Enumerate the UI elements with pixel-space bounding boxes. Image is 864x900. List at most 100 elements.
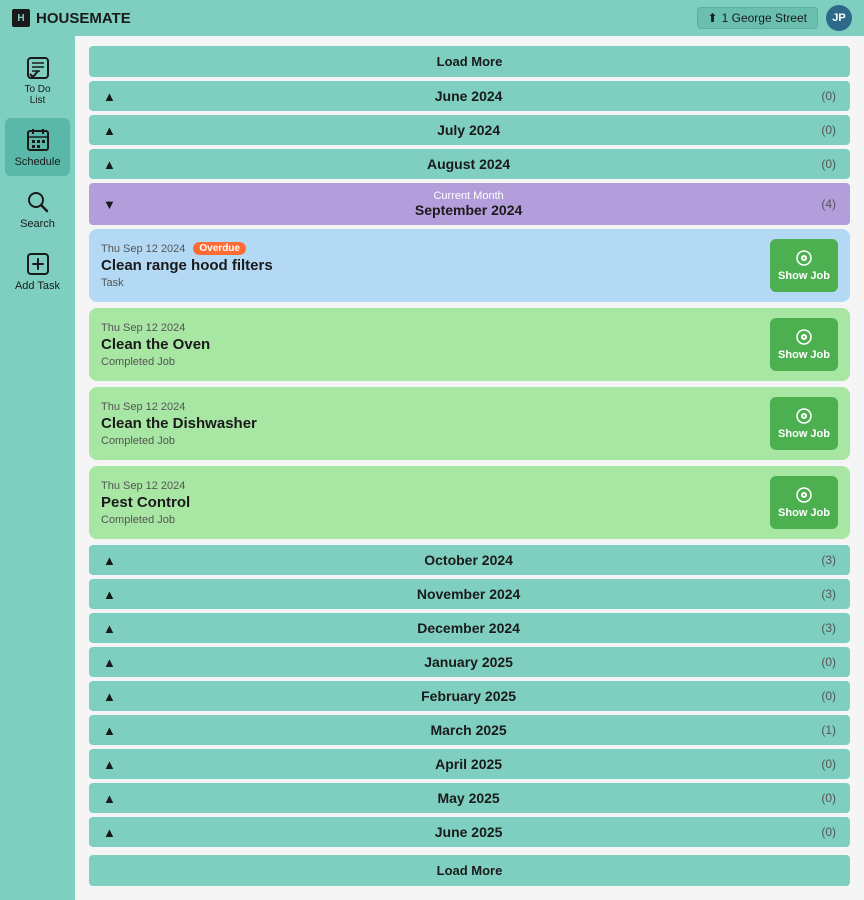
month-label-aug-2024: August 2024 [126, 156, 811, 172]
todo-icon [24, 54, 52, 82]
address-button[interactable]: ⬆ 1 George Street [697, 7, 818, 29]
address-label: 1 George Street [722, 11, 807, 25]
load-more-top-button[interactable]: Load More [89, 46, 850, 77]
overdue-badge-1: Overdue [193, 242, 246, 255]
show-job-icon-2 [795, 328, 813, 346]
task-info-range-hood: Thu Sep 12 2024 Overdue Clean range hood… [101, 242, 770, 289]
chevron-icon-may: ▲ [103, 791, 116, 806]
task-cards-container: Thu Sep 12 2024 Overdue Clean range hood… [89, 229, 850, 539]
app-body: To Do List Schedule Search [0, 36, 864, 900]
month-row-jun-2025[interactable]: ▲ June 2025 (0) [89, 817, 850, 847]
month-label-jun-2025: June 2025 [126, 824, 811, 840]
show-job-button-3[interactable]: Show Job [770, 397, 838, 450]
schedule-icon [24, 126, 52, 154]
chevron-icon-dec: ▲ [103, 621, 116, 636]
show-job-icon-4 [795, 486, 813, 504]
month-label-june-2024: June 2024 [126, 88, 811, 104]
month-label-jan-2025: January 2025 [126, 654, 811, 670]
sidebar-schedule-label: Schedule [15, 156, 61, 168]
month-row-jan-2025[interactable]: ▲ January 2025 (0) [89, 647, 850, 677]
task-date-row-1: Thu Sep 12 2024 Overdue [101, 242, 770, 255]
chevron-icon-apr: ▲ [103, 757, 116, 772]
current-month-label: Current Month [126, 190, 811, 202]
month-label-sep-2024: September 2024 [126, 202, 811, 218]
count-july-2024: (0) [821, 123, 836, 137]
task-date-1: Thu Sep 12 2024 [101, 243, 185, 255]
task-subtitle-1: Task [101, 277, 770, 289]
task-info-dishwasher: Thu Sep 12 2024 Clean the Dishwasher Com… [101, 401, 770, 447]
task-date-3: Thu Sep 12 2024 [101, 401, 185, 413]
task-title-2: Clean the Oven [101, 336, 770, 353]
logo-icon: H [12, 9, 30, 27]
task-info-pest: Thu Sep 12 2024 Pest Control Completed J… [101, 480, 770, 526]
month-row-oct-2024[interactable]: ▲ October 2024 (3) [89, 545, 850, 575]
show-job-label-4: Show Job [778, 507, 830, 519]
sidebar-item-add-task[interactable]: Add Task [5, 242, 70, 300]
logo-text: HOUSEMATE [36, 10, 131, 27]
task-card-dishwasher: Thu Sep 12 2024 Clean the Dishwasher Com… [89, 387, 850, 460]
count-jan-2025: (0) [821, 655, 836, 669]
show-job-button-4[interactable]: Show Job [770, 476, 838, 529]
month-row-feb-2025[interactable]: ▲ February 2025 (0) [89, 681, 850, 711]
task-info-oven: Thu Sep 12 2024 Clean the Oven Completed… [101, 322, 770, 368]
sidebar-addtask-label: Add Task [15, 280, 60, 292]
sidebar-todo-label: To Do List [24, 84, 50, 106]
month-row-june-2024[interactable]: ▲ June 2024 (0) [89, 81, 850, 111]
month-row-mar-2025[interactable]: ▲ March 2025 (1) [89, 715, 850, 745]
show-job-label-3: Show Job [778, 428, 830, 440]
month-label-apr-2025: April 2025 [126, 756, 811, 772]
chevron-icon-nov: ▲ [103, 587, 116, 602]
main-content: Load More ▲ June 2024 (0) ▲ July 2024 (0… [75, 36, 864, 900]
chevron-icon-jun25: ▲ [103, 825, 116, 840]
task-subtitle-2: Completed Job [101, 356, 770, 368]
load-more-bottom-button[interactable]: Load More [89, 855, 850, 886]
count-june-2024: (0) [821, 89, 836, 103]
address-icon: ⬆ [708, 11, 718, 25]
chevron-icon-jan: ▲ [103, 655, 116, 670]
month-row-may-2025[interactable]: ▲ May 2025 (0) [89, 783, 850, 813]
month-row-apr-2025[interactable]: ▲ April 2025 (0) [89, 749, 850, 779]
chevron-icon-july: ▲ [103, 123, 116, 138]
header-right: ⬆ 1 George Street JP [697, 5, 852, 31]
task-card-pest: Thu Sep 12 2024 Pest Control Completed J… [89, 466, 850, 539]
count-nov-2024: (3) [821, 587, 836, 601]
month-label-mar-2025: March 2025 [126, 722, 811, 738]
sidebar-search-label: Search [20, 218, 55, 230]
show-job-icon-3 [795, 407, 813, 425]
month-row-dec-2024[interactable]: ▲ December 2024 (3) [89, 613, 850, 643]
chevron-icon-aug: ▲ [103, 157, 116, 172]
count-dec-2024: (3) [821, 621, 836, 635]
chevron-icon-feb: ▲ [103, 689, 116, 704]
month-label-july-2024: July 2024 [126, 122, 811, 138]
show-job-label-2: Show Job [778, 349, 830, 361]
show-job-button-2[interactable]: Show Job [770, 318, 838, 371]
task-title-4: Pest Control [101, 494, 770, 511]
task-date-2: Thu Sep 12 2024 [101, 322, 185, 334]
month-label-feb-2025: February 2025 [126, 688, 811, 704]
chevron-icon-mar: ▲ [103, 723, 116, 738]
sidebar: To Do List Schedule Search [0, 36, 75, 900]
task-date-4: Thu Sep 12 2024 [101, 480, 185, 492]
month-row-sep-2024[interactable]: ▼ Current Month September 2024 (4) [89, 183, 850, 225]
task-card-range-hood: Thu Sep 12 2024 Overdue Clean range hood… [89, 229, 850, 302]
search-icon [24, 188, 52, 216]
chevron-icon-sep: ▼ [103, 197, 116, 212]
avatar-button[interactable]: JP [826, 5, 852, 31]
count-sep-2024: (4) [821, 197, 836, 211]
count-aug-2024: (0) [821, 157, 836, 171]
show-job-label-1: Show Job [778, 270, 830, 282]
month-label-may-2025: May 2025 [126, 790, 811, 806]
month-row-aug-2024[interactable]: ▲ August 2024 (0) [89, 149, 850, 179]
show-job-button-1[interactable]: Show Job [770, 239, 838, 292]
app-header: H HOUSEMATE ⬆ 1 George Street JP [0, 0, 864, 36]
task-title-3: Clean the Dishwasher [101, 415, 770, 432]
count-jun-2025: (0) [821, 825, 836, 839]
sidebar-item-schedule[interactable]: Schedule [5, 118, 70, 176]
task-subtitle-3: Completed Job [101, 435, 770, 447]
sidebar-item-search[interactable]: Search [5, 180, 70, 238]
sidebar-item-todo[interactable]: To Do List [5, 46, 70, 114]
month-row-nov-2024[interactable]: ▲ November 2024 (3) [89, 579, 850, 609]
month-label-dec-2024: December 2024 [126, 620, 811, 636]
show-job-icon-1 [795, 249, 813, 267]
month-row-july-2024[interactable]: ▲ July 2024 (0) [89, 115, 850, 145]
